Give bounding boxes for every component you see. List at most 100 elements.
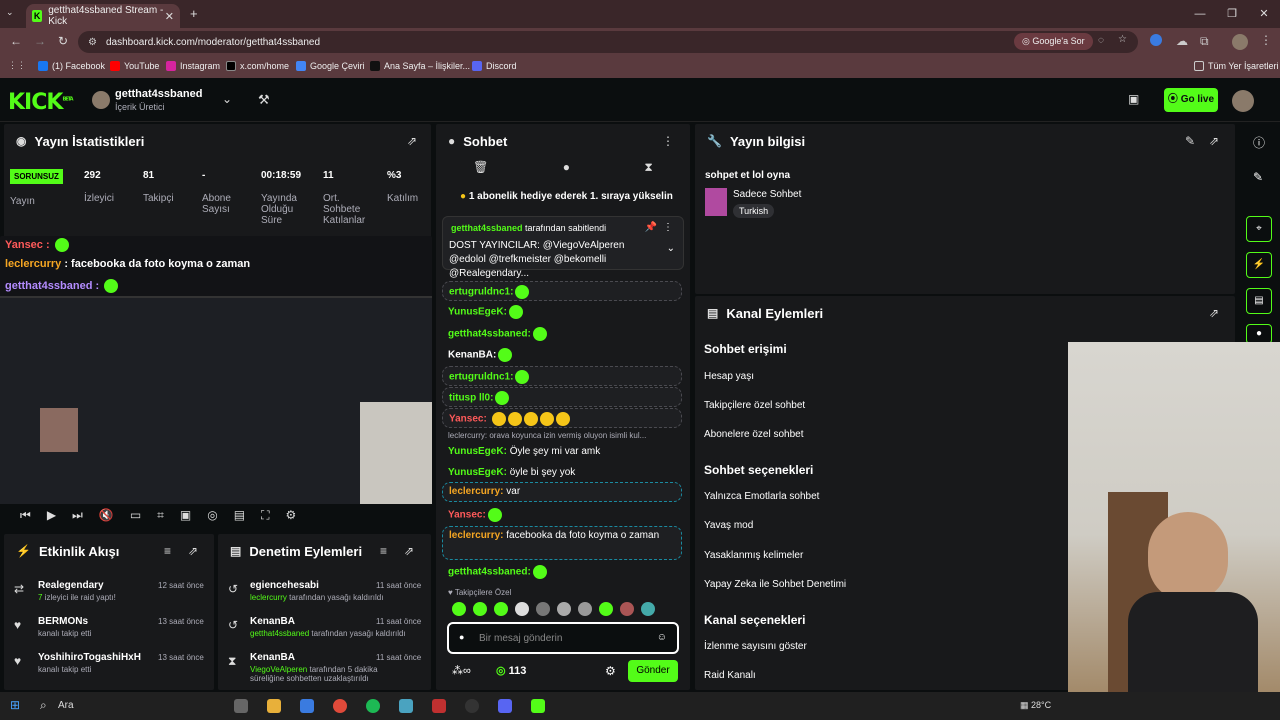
setting-followers-only[interactable]: Takipçilere özel sohbet (704, 400, 805, 411)
discord-icon[interactable] (498, 699, 512, 713)
bookmark-facebook[interactable]: (1) Facebook (38, 61, 105, 71)
app-icon[interactable] (432, 699, 446, 713)
forward-icon[interactable]: → (34, 34, 46, 48)
apps-grid-icon[interactable]: ⋮⋮ (8, 60, 26, 71)
close-window-icon[interactable]: ✕ (1248, 0, 1280, 28)
message-icon[interactable]: ● (563, 160, 570, 182)
spotify-icon[interactable] (366, 699, 380, 713)
windows-start-icon[interactable]: ⊞ (10, 698, 20, 712)
app-icon[interactable] (399, 699, 413, 713)
setting-subs-only[interactable]: Abonelere özel sohbet (704, 429, 804, 440)
rail-doc-icon[interactable]: ▤ (1246, 288, 1272, 314)
emote-icon[interactable] (452, 602, 466, 616)
bookmark-google-translate[interactable]: Google Çeviri (296, 61, 365, 71)
settings-icon[interactable]: ⚙ (286, 508, 297, 522)
popout-icon[interactable]: ⇗ (1209, 134, 1219, 148)
task-view-icon[interactable] (234, 699, 248, 713)
app-icon[interactable] (300, 699, 314, 713)
channel-points[interactable]: ◎ 113 (496, 664, 526, 677)
go-live-button[interactable]: ⦿ Go live (1164, 88, 1218, 112)
profile-avatar[interactable] (1232, 34, 1248, 50)
bookmark-ana-sayfa[interactable]: Ana Sayfa – İlişkiler... (370, 61, 470, 71)
edit-pen-icon[interactable]: ✎ (1253, 170, 1263, 184)
emoji-picker-icon[interactable]: ☺ (657, 632, 667, 643)
fullscreen-icon[interactable]: ⛶ (261, 508, 269, 523)
chat-gear-icon[interactable]: ⚙ (605, 664, 616, 678)
bookmark-discord[interactable]: Discord (472, 61, 517, 71)
address-bar[interactable]: ⚙ dashboard.kick.com/moderator/getthat4s… (78, 31, 1138, 53)
setting-banned-words[interactable]: Yasaklanmış kelimeler (704, 550, 803, 561)
rail-scan-icon[interactable]: ⌖ (1246, 216, 1272, 242)
hide-icon[interactable]: ◌ (1098, 35, 1104, 46)
google-ask-button[interactable]: ◎ Google'a Sor (1014, 33, 1093, 50)
clip-icon[interactable]: ◎ (207, 508, 217, 522)
mute-icon[interactable]: 🔇 (99, 508, 114, 522)
pinned-message[interactable]: getthat4ssbaned tarafından sabitlendi 📌 … (442, 216, 684, 279)
expand-chevron-icon[interactable]: ⌄ (667, 243, 675, 254)
pip-icon[interactable]: ▣ (180, 508, 191, 522)
taskbar-search-label[interactable]: Ara (58, 700, 74, 711)
emote-icon[interactable] (620, 602, 634, 616)
chat-settings-people-icon[interactable]: ⁂∞ (452, 664, 471, 677)
popout-icon[interactable]: ⇗ (188, 544, 198, 558)
kick-logo[interactable]: KICKBETA (8, 90, 74, 115)
emote-icon[interactable] (473, 602, 487, 616)
weather[interactable]: ▦ 28°C (1020, 700, 1051, 711)
filter-icon[interactable]: ≡ (164, 544, 171, 558)
chat-input[interactable]: ● Bir mesaj gönderin ☺ (447, 622, 679, 654)
new-tab-icon[interactable]: + (190, 6, 198, 21)
extension-icon[interactable] (1150, 34, 1162, 46)
channel-switch-chevron-icon[interactable]: ⌄ (222, 92, 232, 106)
forward-icon[interactable]: ⏭ (72, 508, 83, 523)
emote-icon[interactable] (494, 602, 508, 616)
edit-icon[interactable]: ✎ (1185, 134, 1195, 148)
extension2-icon[interactable]: ☁ (1176, 34, 1188, 48)
search-icon[interactable]: ⌕ (40, 698, 47, 713)
gift-banner[interactable]: ● 1 abonelik hediye ederek 1. sıraya yük… (460, 191, 673, 202)
user-avatar[interactable] (1232, 90, 1254, 112)
site-info-icon[interactable]: ⚙ (88, 37, 97, 48)
stream-preview[interactable]: Yansec : leclercurry : facebooka da foto… (0, 236, 432, 526)
bookmark-instagram[interactable]: Instagram (166, 61, 220, 71)
emote-icon[interactable] (578, 602, 592, 616)
emote-icon[interactable] (599, 602, 613, 616)
setting-slow-mode[interactable]: Yavaş mod (704, 520, 753, 531)
reload-icon[interactable]: ↻ (58, 34, 68, 48)
pinned-menu-icon[interactable]: ⋮ (663, 222, 673, 233)
emote-icon[interactable] (557, 602, 571, 616)
kick-app-icon[interactable] (531, 699, 545, 713)
send-button[interactable]: Gönder (628, 660, 678, 682)
trash-icon[interactable]: 🗑 (473, 160, 488, 182)
all-bookmarks[interactable]: Tüm Yer İşaretleri (1194, 61, 1279, 71)
minimize-icon[interactable]: — (1184, 0, 1216, 28)
popout-icon[interactable]: ⇗ (407, 134, 417, 148)
browser-tab[interactable]: K getthat4ssbaned Stream - Kick ✕ (26, 4, 180, 28)
bookmark-star-icon[interactable]: ☆ (1118, 34, 1127, 45)
pin-icon[interactable]: 📌 (645, 222, 657, 233)
info-icon[interactable]: ⓘ (1253, 134, 1265, 151)
camera-icon[interactable]: ▭ (130, 508, 141, 522)
menu-dots-icon[interactable]: ⋮ (1260, 33, 1272, 47)
obs-icon[interactable] (465, 699, 479, 713)
crop-icon[interactable]: ⌗ (157, 508, 164, 523)
close-tab-icon[interactable]: ✕ (165, 10, 174, 23)
category-name[interactable]: Sadece Sohbet (733, 189, 801, 200)
rewind-icon[interactable]: ⏮ (20, 508, 31, 523)
chrome-icon[interactable] (333, 699, 347, 713)
bookmark-youtube[interactable]: YouTube (110, 61, 159, 71)
setting-emotes-only[interactable]: Yalnızca Emotlarla sohbet (704, 491, 819, 502)
bookmark-x[interactable]: x.com/home (226, 61, 289, 71)
rail-bolt-icon[interactable]: ⚡ (1246, 252, 1272, 278)
hammer-icon[interactable]: ⚒ (258, 92, 270, 108)
filter-icon[interactable]: ≡ (380, 544, 387, 558)
file-explorer-icon[interactable] (267, 699, 281, 713)
stream-key-icon[interactable]: ▣ (1128, 92, 1139, 106)
extensions-puzzle-icon[interactable]: ⧉ (1200, 34, 1209, 49)
emote-icon[interactable] (536, 602, 550, 616)
setting-account-age[interactable]: Hesap yaşı (704, 371, 754, 382)
hourglass-icon[interactable]: ⧗ (644, 160, 652, 182)
theater-icon[interactable]: ▤ (234, 508, 245, 522)
tab-list-icon[interactable]: ⌄ (6, 7, 14, 18)
popout-icon[interactable]: ⇗ (404, 544, 414, 558)
setting-ai-moderation[interactable]: Yapay Zeka ile Sohbet Denetimi (704, 579, 846, 590)
